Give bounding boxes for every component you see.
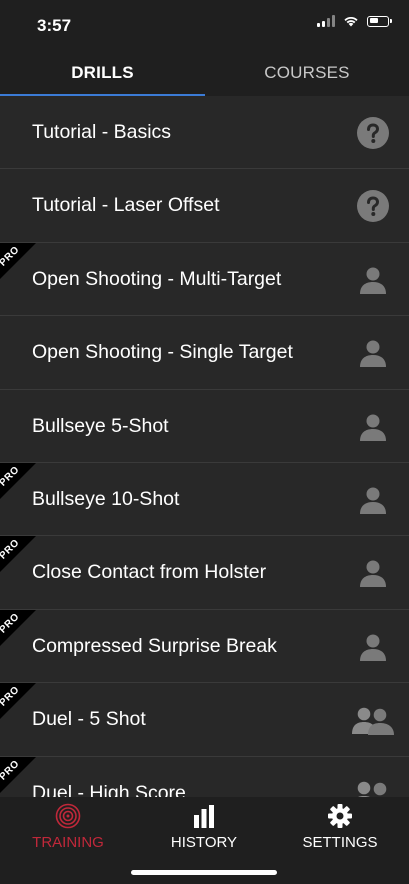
single-user-icon (357, 264, 389, 296)
drill-row-label: Bullseye 5-Shot (32, 414, 169, 437)
segment-tabs: DRILLS COURSES (0, 50, 409, 96)
question-icon (357, 117, 389, 149)
drill-row[interactable]: Open Shooting - Single Target (0, 316, 409, 390)
drill-row-label: Duel - 5 Shot (32, 708, 146, 731)
drill-row[interactable]: PRO Duel - 5 Shot (0, 683, 409, 757)
drill-row[interactable]: PRO Close Contact from Holster (0, 536, 409, 610)
drill-row[interactable]: Tutorial - Basics (0, 96, 409, 170)
nav-history-label: HISTORY (170, 834, 238, 851)
status-time: 3:57 (37, 16, 72, 35)
drill-row-label: Open Shooting - Single Target (32, 341, 293, 364)
drill-row-label: Open Shooting - Multi-Target (32, 267, 282, 290)
cellular-signal-icon (317, 15, 335, 27)
nav-settings-label: SETTINGS (302, 834, 378, 851)
drill-row-label: Duel - High Score (32, 781, 186, 797)
battery-icon (367, 15, 392, 27)
nav-history[interactable]: HISTORY (136, 803, 272, 851)
drill-row[interactable]: Tutorial - Laser Offset (0, 169, 409, 243)
bar-chart-icon (194, 805, 214, 828)
two-users-icon (351, 778, 395, 797)
single-user-icon (357, 411, 389, 443)
drill-row[interactable]: PRO Duel - High Score (0, 756, 409, 797)
status-icons (317, 15, 392, 27)
single-user-icon (357, 337, 389, 369)
drill-row-label: Tutorial - Laser Offset (32, 194, 220, 217)
single-user-icon (357, 484, 389, 516)
drill-list[interactable]: Tutorial - Basics Tutorial - Laser Offset… (0, 96, 409, 797)
question-icon (357, 190, 389, 223)
tab-courses[interactable]: COURSES (205, 50, 409, 96)
single-user-icon (357, 557, 389, 589)
home-indicator (131, 870, 277, 875)
status-bar: 3:57 (0, 0, 409, 50)
tab-drills[interactable]: DRILLS (0, 50, 205, 96)
target-icon (55, 803, 81, 829)
drill-row[interactable]: PRO Open Shooting - Multi-Target (0, 242, 409, 317)
drill-row-label: Close Contact from Holster (32, 561, 267, 584)
wifi-icon (344, 16, 358, 27)
nav-settings[interactable]: SETTINGS (272, 803, 408, 851)
nav-training-label: TRAINING (32, 834, 104, 851)
drill-row[interactable]: PRO Compressed Surprise Break (0, 609, 409, 684)
single-user-icon (357, 631, 389, 663)
gear-icon (328, 804, 352, 828)
two-users-icon (351, 704, 395, 736)
drill-row-label: Compressed Surprise Break (32, 634, 277, 657)
drill-row[interactable]: Bullseye 5-Shot (0, 389, 409, 463)
drill-row-label: Bullseye 10-Shot (32, 487, 180, 510)
drill-row-label: Tutorial - Basics (32, 121, 172, 143)
drill-row[interactable]: PRO Bullseye 10-Shot (0, 462, 409, 537)
nav-training[interactable]: TRAINING (0, 803, 136, 851)
